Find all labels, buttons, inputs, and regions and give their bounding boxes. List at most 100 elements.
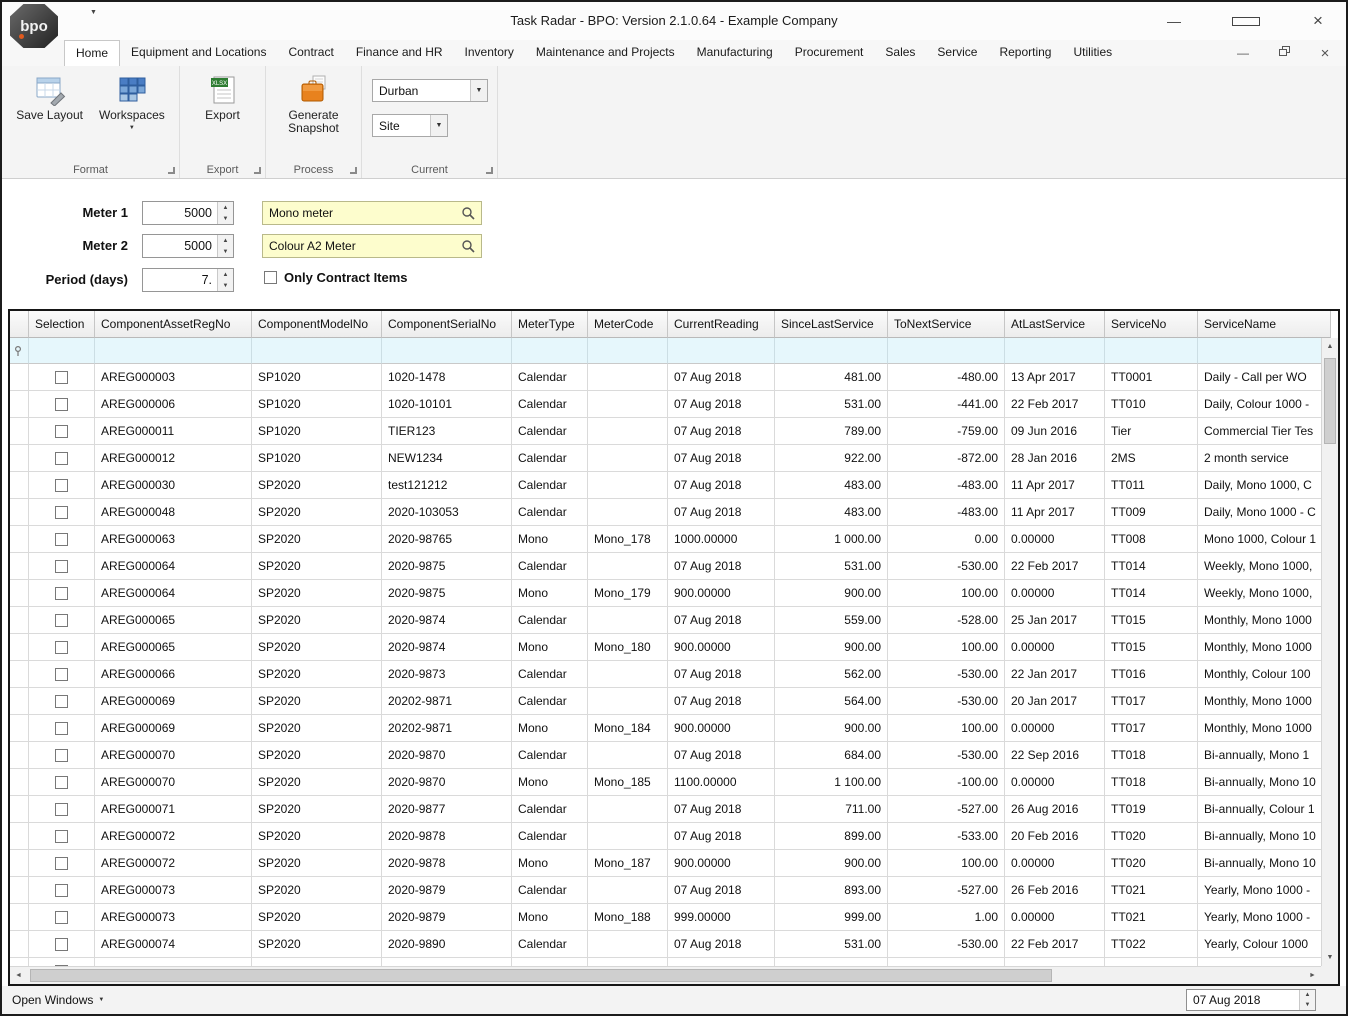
row-checkbox[interactable] xyxy=(55,587,68,600)
column-header-serviceno[interactable]: ServiceNo xyxy=(1105,311,1198,338)
table-row[interactable]: AREG000072SP20202020-9878Calendar07 Aug … xyxy=(10,823,1331,850)
table-row[interactable]: AREG000073SP20202020-9879MonoMono_188999… xyxy=(10,904,1331,931)
row-checkbox[interactable] xyxy=(55,614,68,627)
row-checkbox[interactable] xyxy=(55,938,68,951)
tab-home[interactable]: Home xyxy=(64,40,120,66)
column-header-componentassetregno[interactable]: ComponentAssetRegNo xyxy=(95,311,252,338)
row-checkbox[interactable] xyxy=(55,911,68,924)
table-row[interactable]: AREG000065SP20202020-9874MonoMono_180900… xyxy=(10,634,1331,661)
table-row[interactable]: AREG000048SP20202020-103053Calendar07 Au… xyxy=(10,499,1331,526)
table-row[interactable]: AREG000064SP20202020-9875Calendar07 Aug … xyxy=(10,553,1331,580)
minimize-button[interactable]: — xyxy=(1160,13,1188,29)
meter2-spin-buttons[interactable]: ▲ ▼ xyxy=(217,235,233,257)
process-dialog-launcher-icon[interactable] xyxy=(350,167,357,174)
export-dialog-launcher-icon[interactable] xyxy=(254,167,261,174)
horizontal-scroll-track[interactable] xyxy=(27,967,1304,984)
tab-sales[interactable]: Sales xyxy=(874,40,926,66)
vertical-scroll-track[interactable] xyxy=(1322,355,1338,949)
tab-procurement[interactable]: Procurement xyxy=(784,40,875,66)
row-checkbox[interactable] xyxy=(55,668,68,681)
checkbox-box[interactable] xyxy=(264,271,277,284)
search-icon[interactable] xyxy=(461,206,475,220)
ribbon-close-button[interactable]: × xyxy=(1314,45,1336,62)
table-row[interactable]: AREG000065SP20202020-9874Calendar07 Aug … xyxy=(10,607,1331,634)
level-select-caret-icon[interactable]: ▼ xyxy=(430,115,447,136)
column-header-atlastservice[interactable]: AtLastService xyxy=(1005,311,1105,338)
table-row[interactable]: AREG000071SP20202020-9877Calendar07 Aug … xyxy=(10,796,1331,823)
tab-maintenance-and-projects[interactable]: Maintenance and Projects xyxy=(525,40,686,66)
spin-up-icon[interactable]: ▲ xyxy=(218,269,233,280)
spin-down-icon[interactable]: ▼ xyxy=(1300,1000,1315,1010)
column-header-sincelastservice[interactable]: SinceLastService xyxy=(775,311,888,338)
table-row[interactable]: AREG000011SP1020TIER123Calendar07 Aug 20… xyxy=(10,418,1331,445)
meter1-spin-buttons[interactable]: ▲ ▼ xyxy=(217,202,233,224)
row-checkbox[interactable] xyxy=(55,641,68,654)
row-checkbox[interactable] xyxy=(55,371,68,384)
tab-equipment-and-locations[interactable]: Equipment and Locations xyxy=(120,40,277,66)
filter-cell-atlastservice[interactable] xyxy=(1005,338,1105,364)
search-icon[interactable] xyxy=(461,239,475,253)
row-checkbox[interactable] xyxy=(55,425,68,438)
table-row[interactable]: AREG000074SP20202020-9890Calendar07 Aug … xyxy=(10,931,1331,958)
row-checkbox[interactable] xyxy=(55,398,68,411)
meter2-search-input[interactable]: Colour A2 Meter xyxy=(262,234,482,258)
vertical-scrollbar[interactable]: ▲ ▼ xyxy=(1321,338,1338,966)
export-button[interactable]: XLSX Export xyxy=(190,71,256,125)
filter-cell-componentassetregno[interactable] xyxy=(95,338,252,364)
column-header-currentreading[interactable]: CurrentReading xyxy=(668,311,775,338)
current-level-select[interactable]: Site ▼ xyxy=(372,114,448,137)
spin-up-icon[interactable]: ▲ xyxy=(1300,990,1315,1000)
format-dialog-launcher-icon[interactable] xyxy=(168,167,175,174)
row-checkbox[interactable] xyxy=(55,533,68,546)
table-row[interactable]: AREG000070SP20202020-9870Calendar07 Aug … xyxy=(10,742,1331,769)
filter-cell-sincelastservice[interactable] xyxy=(775,338,888,364)
tab-service[interactable]: Service xyxy=(926,40,988,66)
save-layout-button[interactable]: Save Layout xyxy=(11,71,88,125)
table-row[interactable]: AREG000072SP20202020-9878MonoMono_187900… xyxy=(10,850,1331,877)
workspaces-button[interactable]: Workspaces ▼ xyxy=(94,71,170,134)
scroll-right-icon[interactable]: ► xyxy=(1304,967,1321,984)
filter-cell-serviceno[interactable] xyxy=(1105,338,1198,364)
table-row[interactable]: AREG000069SP202020202-9871Calendar07 Aug… xyxy=(10,688,1331,715)
column-header-tonextservice[interactable]: ToNextService xyxy=(888,311,1005,338)
spin-down-icon[interactable]: ▼ xyxy=(218,246,233,257)
table-row[interactable]: AREG000063SP20202020-98765MonoMono_17810… xyxy=(10,526,1331,553)
row-checkbox[interactable] xyxy=(55,560,68,573)
meter2-spinner[interactable]: 5000 ▲ ▼ xyxy=(142,234,234,258)
row-checkbox[interactable] xyxy=(55,803,68,816)
meter1-search-input[interactable]: Mono meter xyxy=(262,201,482,225)
table-row[interactable]: AREG000070SP20202020-9870MonoMono_185110… xyxy=(10,769,1331,796)
period-spin-buttons[interactable]: ▲ ▼ xyxy=(217,269,233,291)
filter-cell-currentreading[interactable] xyxy=(668,338,775,364)
table-row[interactable]: AREG000064SP20202020-9875MonoMono_179900… xyxy=(10,580,1331,607)
table-row[interactable]: AREG000003SP10201020-1478Calendar07 Aug … xyxy=(10,364,1331,391)
column-header-servicename[interactable]: ServiceName xyxy=(1198,311,1331,338)
tab-utilities[interactable]: Utilities xyxy=(1062,40,1123,66)
spin-up-icon[interactable]: ▲ xyxy=(218,235,233,246)
row-checkbox[interactable] xyxy=(55,695,68,708)
date-spin-buttons[interactable]: ▲ ▼ xyxy=(1299,990,1315,1010)
close-button[interactable]: × xyxy=(1304,11,1332,31)
only-contract-items-checkbox[interactable]: Only Contract Items xyxy=(264,270,408,285)
table-row[interactable]: AREG000006SP10201020-10101Calendar07 Aug… xyxy=(10,391,1331,418)
period-days-spinner[interactable]: 7. ▲ ▼ xyxy=(142,268,234,292)
filter-cell-metercode[interactable] xyxy=(588,338,668,364)
tab-reporting[interactable]: Reporting xyxy=(988,40,1062,66)
row-checkbox[interactable] xyxy=(55,884,68,897)
spin-down-icon[interactable]: ▼ xyxy=(218,280,233,291)
maximize-button[interactable] xyxy=(1232,13,1260,29)
tab-contract[interactable]: Contract xyxy=(277,40,344,66)
scroll-up-icon[interactable]: ▲ xyxy=(1322,338,1338,355)
filter-cell-metertype[interactable] xyxy=(512,338,588,364)
column-header-componentserialno[interactable]: ComponentSerialNo xyxy=(382,311,512,338)
open-windows-button[interactable]: Open Windows ▼ xyxy=(12,986,104,1014)
table-row[interactable]: AREG000030SP2020test121212Calendar07 Aug… xyxy=(10,472,1331,499)
filter-cell-tonextservice[interactable] xyxy=(888,338,1005,364)
site-select-caret-icon[interactable]: ▼ xyxy=(470,80,487,101)
scroll-down-icon[interactable]: ▼ xyxy=(1322,949,1338,966)
current-dialog-launcher-icon[interactable] xyxy=(486,167,493,174)
table-row[interactable]: AREG000066SP20202020-9873Calendar07 Aug … xyxy=(10,661,1331,688)
column-header-selection[interactable]: Selection xyxy=(29,311,95,338)
row-checkbox[interactable] xyxy=(55,830,68,843)
ribbon-minimize-button[interactable]: — xyxy=(1232,46,1254,60)
